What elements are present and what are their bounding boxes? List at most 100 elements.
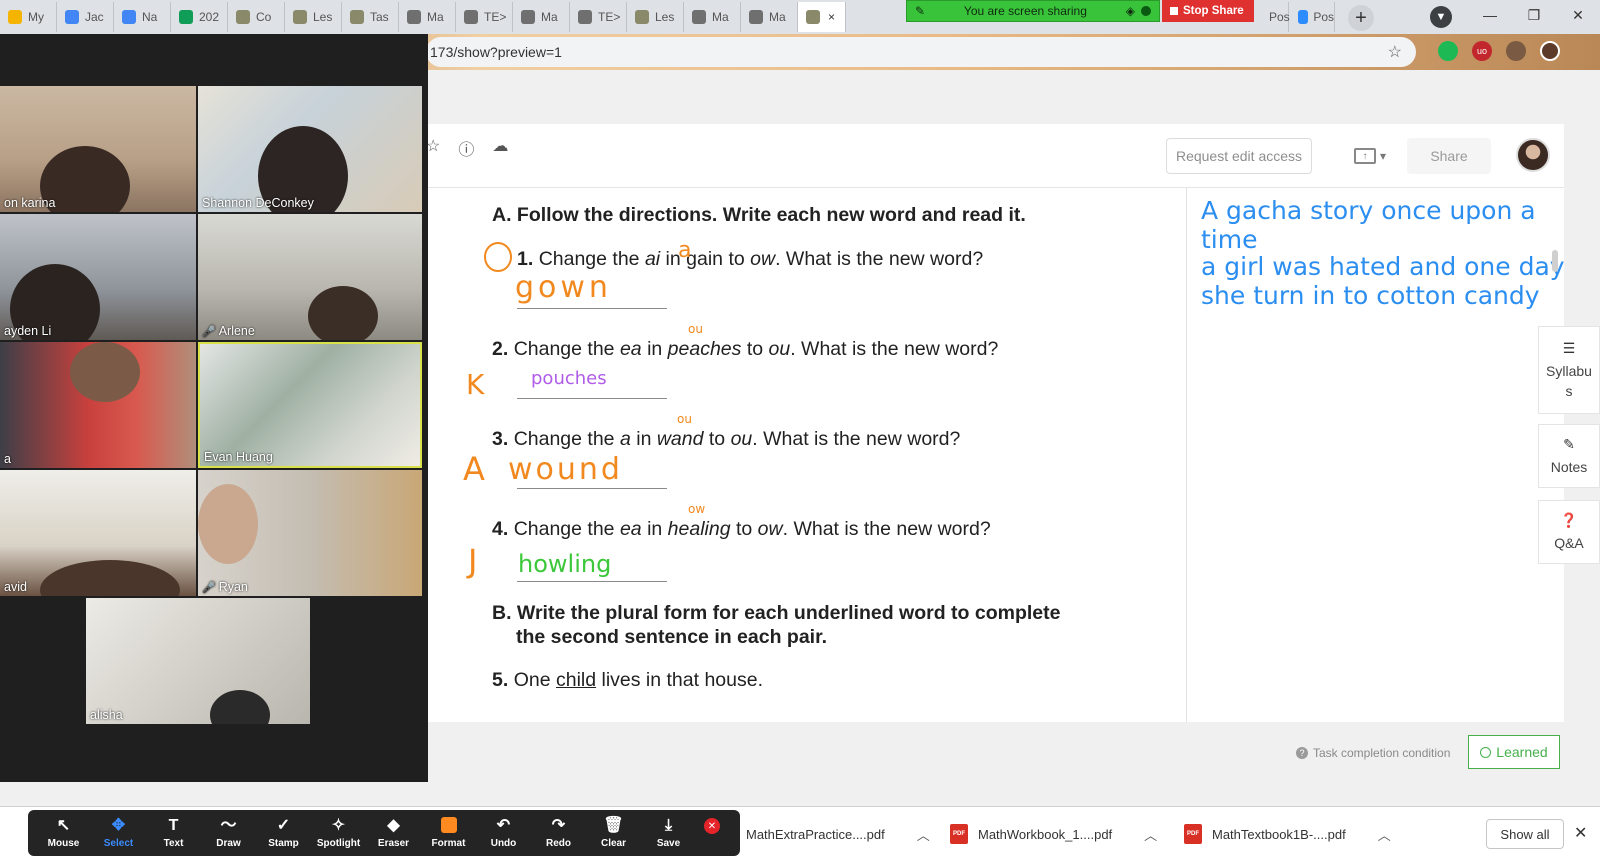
tool-text-button[interactable]: T Text (146, 810, 201, 856)
tab-favicon (236, 10, 250, 24)
video-tile[interactable]: 🎤 Arlene (198, 214, 422, 340)
notes-panel[interactable]: A gacha story once upon a time a girl wa… (1186, 188, 1565, 722)
restore-button[interactable]: ❐ (1512, 0, 1556, 30)
new-tab-button[interactable]: + (1348, 5, 1374, 31)
section-b-heading-cont: the second sentence in each pair. (516, 626, 828, 648)
tool-mouse-button[interactable]: ↖ Mouse (36, 810, 91, 856)
clear-icon: 🗑 (603, 817, 624, 834)
tab-pos-2[interactable]: Pos (1290, 2, 1335, 32)
browser-tab[interactable]: Ma (399, 2, 456, 32)
video-tile[interactable]: Shannon DeConkey (198, 86, 422, 212)
question-number: 5. (492, 669, 509, 691)
request-edit-access-button[interactable]: Request edit access (1166, 138, 1312, 174)
browser-tab[interactable]: TE> (456, 2, 513, 32)
browser-tab[interactable]: Tas (342, 2, 399, 32)
tool-redo-button[interactable]: ↷ Redo (531, 810, 586, 856)
chevron-up-icon[interactable]: ︿ (1144, 825, 1157, 844)
user-avatar[interactable] (1516, 138, 1550, 172)
screen-sharing-banner[interactable]: ✎ You are screen sharing ◈ (906, 0, 1160, 22)
download-item[interactable]: PDF MathWorkbook_1....pdf ︿ (950, 821, 1157, 847)
show-all-downloads-button[interactable]: Show all (1486, 819, 1564, 849)
present-button[interactable]: ↑ ▾ (1344, 138, 1396, 174)
extension-icon[interactable] (1438, 41, 1458, 61)
task-completion-condition[interactable]: ? Task completion condition (1296, 746, 1450, 760)
video-tile[interactable]: on karina (0, 86, 196, 212)
close-shelf-icon[interactable]: ✕ (1574, 823, 1587, 843)
tab-search-button[interactable]: ▼ (1430, 6, 1452, 28)
question-text: Change the (538, 248, 645, 270)
browser-tab[interactable]: Jac (57, 2, 114, 32)
ublock-icon[interactable]: uo (1472, 41, 1492, 61)
stop-share-button[interactable]: Stop Share (1162, 0, 1254, 22)
notes-scrollbar[interactable] (1552, 250, 1558, 272)
qa-button[interactable]: ❓ Q&A (1538, 500, 1600, 564)
share-button[interactable]: Share (1407, 138, 1491, 174)
learned-button[interactable]: Learned (1468, 735, 1560, 769)
video-tile[interactable]: a (0, 342, 196, 468)
cloud-icon[interactable]: ☁ (492, 136, 508, 160)
download-item[interactable]: PDF MathTextbook1B-....pdf ︿ (1184, 821, 1391, 847)
question-2: 2. Change the ea in peaches to ou. What … (492, 338, 998, 361)
tool-spotlight-button[interactable]: ✧ Spotlight (311, 810, 366, 856)
close-tab-icon[interactable]: × (828, 10, 835, 24)
question-to: ow (750, 248, 776, 270)
notes-button[interactable]: ✎ Notes (1538, 424, 1600, 488)
minimize-button[interactable]: — (1468, 0, 1512, 30)
tab-favicon (350, 10, 364, 24)
tool-stamp-button[interactable]: ✓ Stamp (256, 810, 311, 856)
browser-tab[interactable]: Na (114, 2, 171, 32)
tool-undo-button[interactable]: ↶ Undo (476, 810, 531, 856)
browser-tab[interactable]: Ma (513, 2, 570, 32)
address-bar[interactable]: 173/show?preview=1 ☆ (426, 37, 1416, 67)
puzzle-icon[interactable] (1506, 41, 1526, 61)
browser-tab[interactable]: Les (285, 2, 342, 32)
question-text: One (513, 669, 556, 691)
bookmark-star-icon[interactable]: ☆ (1388, 42, 1402, 62)
participant-name: Evan Huang (204, 450, 273, 464)
tool-format-button[interactable]: Format (421, 810, 476, 856)
browser-tab-active[interactable]: × (798, 2, 846, 32)
question-to: ou (768, 338, 791, 360)
participant-name: 🎤 Ryan (202, 580, 248, 594)
syllabus-label: Syllabus (1546, 362, 1592, 399)
video-tile[interactable]: avid (0, 470, 196, 596)
video-tile-active-speaker[interactable]: Evan Huang (198, 342, 422, 468)
question-word: peaches (667, 338, 742, 360)
browser-tab[interactable]: My (0, 2, 57, 32)
tool-label: Draw (216, 838, 241, 849)
browser-tab[interactable]: Les (627, 2, 684, 32)
profile-avatar[interactable] (1540, 41, 1560, 61)
download-item[interactable]: MathExtraPractice....pdf ︿ (746, 821, 930, 847)
tab-favicon (692, 10, 706, 24)
tab-label: TE> (598, 10, 621, 24)
tool-save-button[interactable]: ⤓ Save (641, 810, 696, 856)
close-annotation-icon[interactable]: ✕ (704, 818, 720, 834)
browser-tab[interactable]: TE> (570, 2, 627, 32)
video-tile[interactable]: alisha (86, 598, 310, 724)
browser-tab[interactable]: Ma (684, 2, 741, 32)
tab-list: My Jac Na 202 Co Les Tas Ma TE> Ma TE> Les Ma Ma × (0, 2, 846, 32)
chevron-up-icon[interactable]: ︿ (917, 825, 930, 844)
participant-name: 🎤 Arlene (202, 324, 255, 338)
note-line: a girl was hated and one day she turn in… (1201, 252, 1565, 310)
tab-pos-1[interactable]: Pos (1256, 2, 1290, 32)
video-tile[interactable]: ayden Li (0, 214, 196, 340)
tool-draw-button[interactable]: 〜 Draw (201, 810, 256, 856)
answer-line (517, 488, 667, 489)
video-tile[interactable]: 🎤 Ryan (198, 470, 422, 596)
browser-tab[interactable]: 202 (171, 2, 228, 32)
tool-clear-button[interactable]: 🗑 Clear (586, 810, 641, 856)
question-from: ea (619, 518, 642, 540)
close-window-button[interactable]: ✕ (1556, 0, 1600, 30)
syllabus-button[interactable]: ☰ Syllabus (1538, 326, 1600, 414)
tab-label: Les (313, 10, 333, 24)
chevron-up-icon[interactable]: ︿ (1378, 825, 1391, 844)
star-icon[interactable]: ☆ (426, 136, 440, 160)
tool-eraser-button[interactable]: ◆ Eraser (366, 810, 421, 856)
browser-tab[interactable]: Ma (741, 2, 798, 32)
tool-select-button[interactable]: ✥ Select (91, 810, 146, 856)
browser-tab[interactable]: Co (228, 2, 285, 32)
info-icon[interactable]: ⓘ (458, 136, 474, 160)
initial-q4: J (468, 542, 478, 580)
question-text: . What is the new word? (775, 248, 984, 270)
